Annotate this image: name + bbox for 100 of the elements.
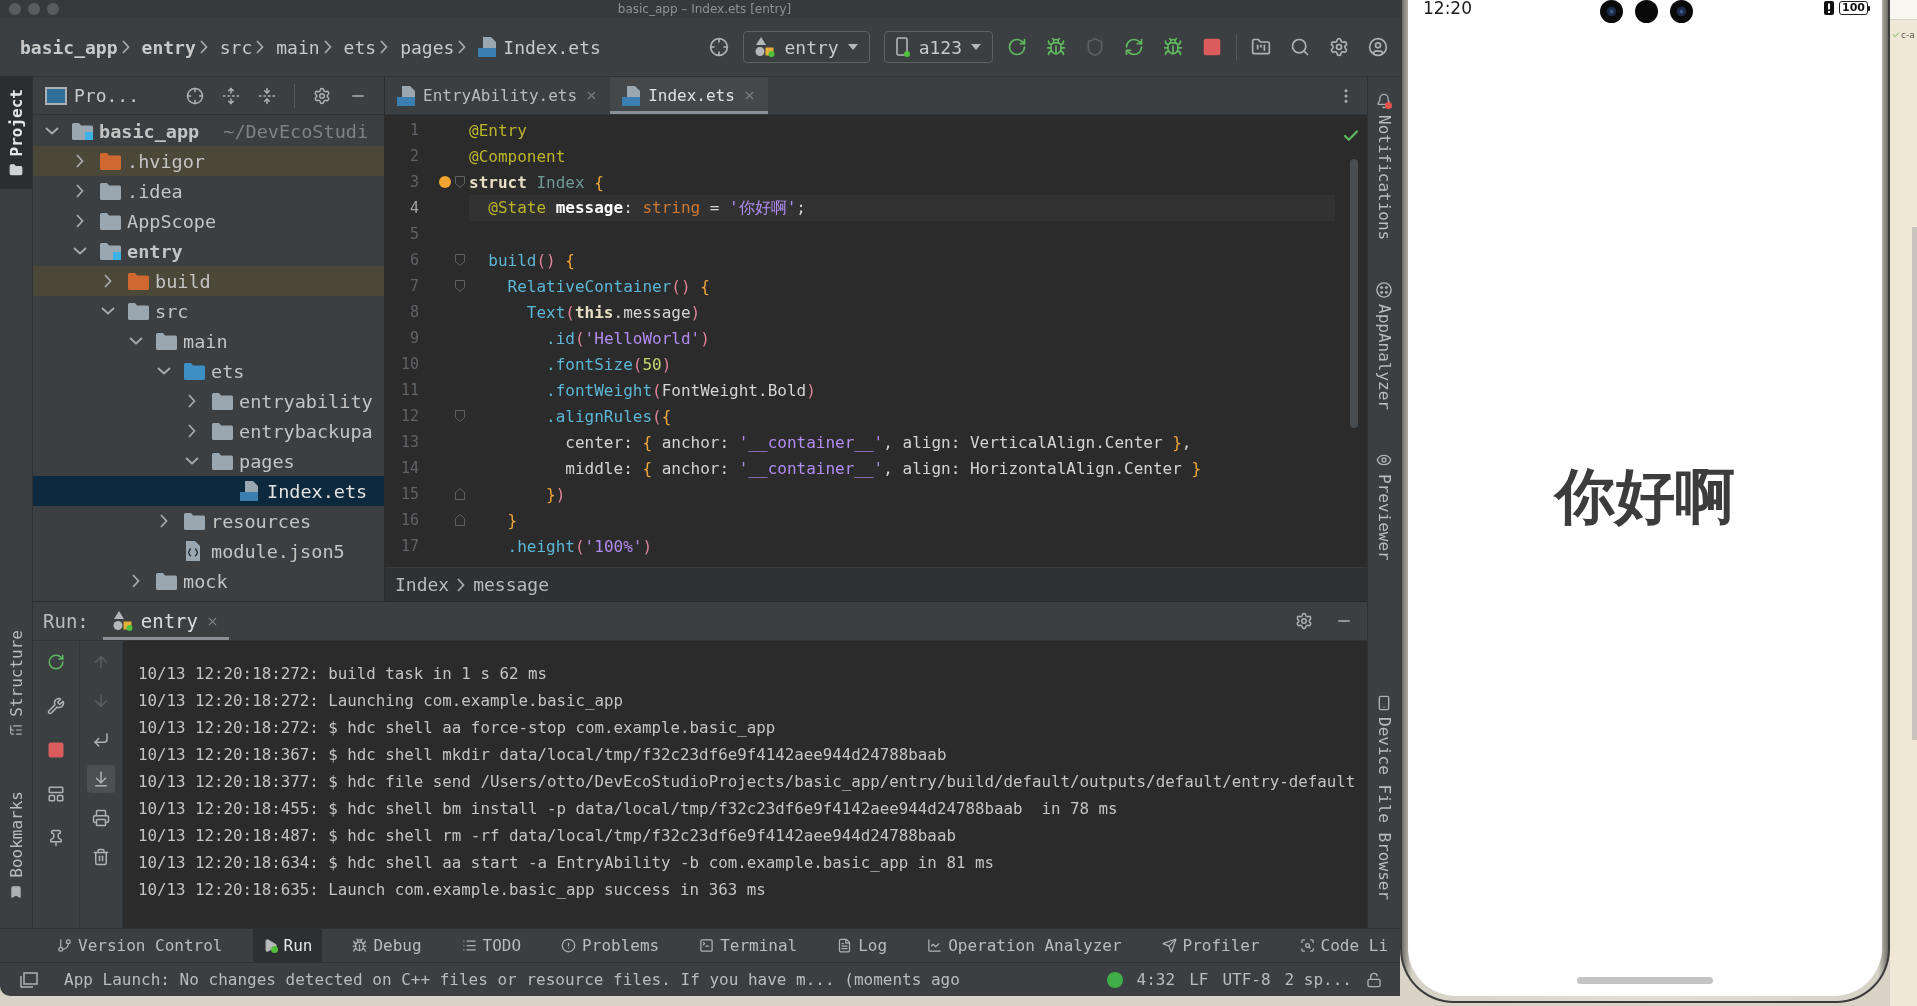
indent-setting[interactable]: 2 sp... xyxy=(1284,970,1352,989)
phone-icon[interactable] xyxy=(1376,694,1392,711)
dot-icon[interactable] xyxy=(439,176,451,188)
tree-item[interactable]: main xyxy=(33,326,384,356)
breadcrumb[interactable]: message xyxy=(473,574,550,595)
bell-icon[interactable] xyxy=(1376,93,1392,109)
printer-icon[interactable] xyxy=(92,809,110,827)
alert-icon[interactable] xyxy=(561,938,577,953)
tool-window-tab[interactable]: Structure xyxy=(0,617,32,750)
lock-icon[interactable] xyxy=(1366,971,1382,988)
fold-marker-icon[interactable] xyxy=(455,280,465,292)
scrollbar[interactable] xyxy=(1350,159,1358,428)
chevron-right-icon[interactable] xyxy=(104,274,112,288)
bookmark-icon[interactable] xyxy=(9,885,23,899)
fold-marker-icon[interactable] xyxy=(455,488,465,500)
tool-window-tab[interactable]: Previewer xyxy=(1374,444,1394,569)
editor-tab[interactable]: EntryAbility.ets xyxy=(385,77,611,114)
paper-plane-icon[interactable] xyxy=(1161,938,1177,953)
project-view-selector[interactable]: Pro... xyxy=(45,85,140,106)
breadcrumb[interactable]: basic_app xyxy=(20,36,118,58)
run-tab[interactable]: entry xyxy=(102,602,229,640)
tree-item[interactable]: entry xyxy=(33,236,384,266)
tree-item[interactable]: basic_app ~/DevEcoStudi xyxy=(33,116,384,146)
breadcrumb[interactable]: ets xyxy=(343,36,377,58)
editor-tab[interactable]: Index.ets xyxy=(610,77,768,114)
tree-item[interactable]: module.json5 xyxy=(33,536,384,566)
tool-window-button[interactable]: Operation Analyzer xyxy=(917,929,1132,962)
chevron-right-icon[interactable] xyxy=(132,574,140,588)
breadcrumb[interactable]: src xyxy=(219,36,253,58)
stop-icon[interactable] xyxy=(1202,37,1222,57)
tree-item[interactable]: build xyxy=(33,266,384,296)
tool-window-button[interactable]: Code Li xyxy=(1289,929,1399,962)
trash-icon[interactable] xyxy=(92,848,110,866)
search-icon[interactable] xyxy=(1290,37,1310,57)
collapse-icon[interactable] xyxy=(258,86,277,105)
chevron-right-icon[interactable] xyxy=(160,514,168,528)
settings-icon[interactable] xyxy=(313,86,332,105)
tool-window-button[interactable]: Profiler xyxy=(1151,929,1270,962)
chevron-down-icon[interactable] xyxy=(101,307,115,315)
refresh-icon[interactable] xyxy=(1007,37,1027,57)
tree-item[interactable]: resources xyxy=(33,506,384,536)
tool-window-tab[interactable]: Bookmarks xyxy=(0,779,32,911)
folder-icon[interactable] xyxy=(9,163,23,178)
expand-icon[interactable] xyxy=(222,86,241,105)
breadcrumb[interactable]: pages xyxy=(400,36,455,58)
run-configuration-dropdown[interactable]: entry xyxy=(743,31,870,63)
tool-window-button[interactable]: Log xyxy=(827,929,898,962)
tree-item[interactable]: Index.ets xyxy=(33,476,384,506)
breadcrumb[interactable]: entry xyxy=(141,36,196,58)
folder-icon[interactable] xyxy=(1251,37,1271,57)
fold-marker-icon[interactable] xyxy=(455,254,465,266)
bug-icon[interactable] xyxy=(1046,37,1066,57)
tool-window-tab[interactable]: Device File Browser xyxy=(1374,686,1394,908)
tool-window-button[interactable]: Version Control xyxy=(47,929,233,962)
tool-window-button[interactable]: TODO xyxy=(451,929,532,962)
tool-window-button[interactable]: Problems xyxy=(551,929,670,962)
tree-item[interactable]: pages xyxy=(33,446,384,476)
wrench-icon[interactable] xyxy=(47,697,65,715)
chevron-down-icon[interactable] xyxy=(45,127,59,135)
list-icon[interactable] xyxy=(461,938,477,953)
play-icon[interactable] xyxy=(262,938,278,953)
magnifier-icon[interactable] xyxy=(1299,938,1315,953)
branch-icon[interactable] xyxy=(57,938,72,953)
device-dropdown[interactable]: a123 xyxy=(883,31,993,63)
breadcrumb[interactable]: main xyxy=(276,36,320,58)
fold-marker-icon[interactable] xyxy=(455,514,465,526)
tool-window-tab[interactable]: AppAnalyzer xyxy=(1374,274,1394,419)
tool-window-tab[interactable]: Notifications xyxy=(1374,85,1394,249)
tree-item[interactable]: .idea xyxy=(33,176,384,206)
chevron-right-icon[interactable] xyxy=(76,214,84,228)
chevron-right-icon[interactable] xyxy=(76,184,84,198)
account-icon[interactable] xyxy=(1368,37,1388,57)
bug-icon[interactable] xyxy=(1163,37,1183,57)
settings-icon[interactable] xyxy=(1295,612,1313,630)
tree-item[interactable]: .hvigor xyxy=(33,146,384,176)
tool-window-button[interactable]: Terminal xyxy=(689,929,808,962)
tree-item[interactable]: src xyxy=(33,296,384,326)
tree-item[interactable]: ets xyxy=(33,356,384,386)
tree-list-icon[interactable] xyxy=(9,723,23,738)
refresh-icon[interactable] xyxy=(1124,37,1144,57)
chevron-down-icon[interactable] xyxy=(157,367,171,375)
chevron-down-icon[interactable] xyxy=(73,247,87,255)
caret-position[interactable]: 4:32 xyxy=(1136,970,1176,989)
tree-item[interactable]: AppScope xyxy=(33,206,384,236)
tree-item[interactable]: entryability xyxy=(33,386,384,416)
line-separator[interactable]: LF xyxy=(1189,970,1209,989)
window-icon[interactable] xyxy=(20,971,38,988)
tool-window-button[interactable]: Debug xyxy=(342,929,432,962)
status-dot-icon[interactable] xyxy=(1106,971,1123,988)
chevron-right-icon[interactable] xyxy=(76,154,84,168)
bug-icon[interactable] xyxy=(352,938,368,953)
tool-window-tab[interactable]: Project xyxy=(0,77,32,190)
chevron-right-icon[interactable] xyxy=(188,424,196,438)
tree-item[interactable]: mock xyxy=(33,566,384,596)
refresh-icon[interactable] xyxy=(47,653,65,671)
terminal-icon[interactable] xyxy=(699,938,715,953)
wrap-icon[interactable] xyxy=(92,731,110,749)
breadcrumb[interactable]: Index.ets xyxy=(478,36,601,58)
layout-icon[interactable] xyxy=(47,785,65,803)
dots-circle-icon[interactable] xyxy=(1376,282,1392,299)
